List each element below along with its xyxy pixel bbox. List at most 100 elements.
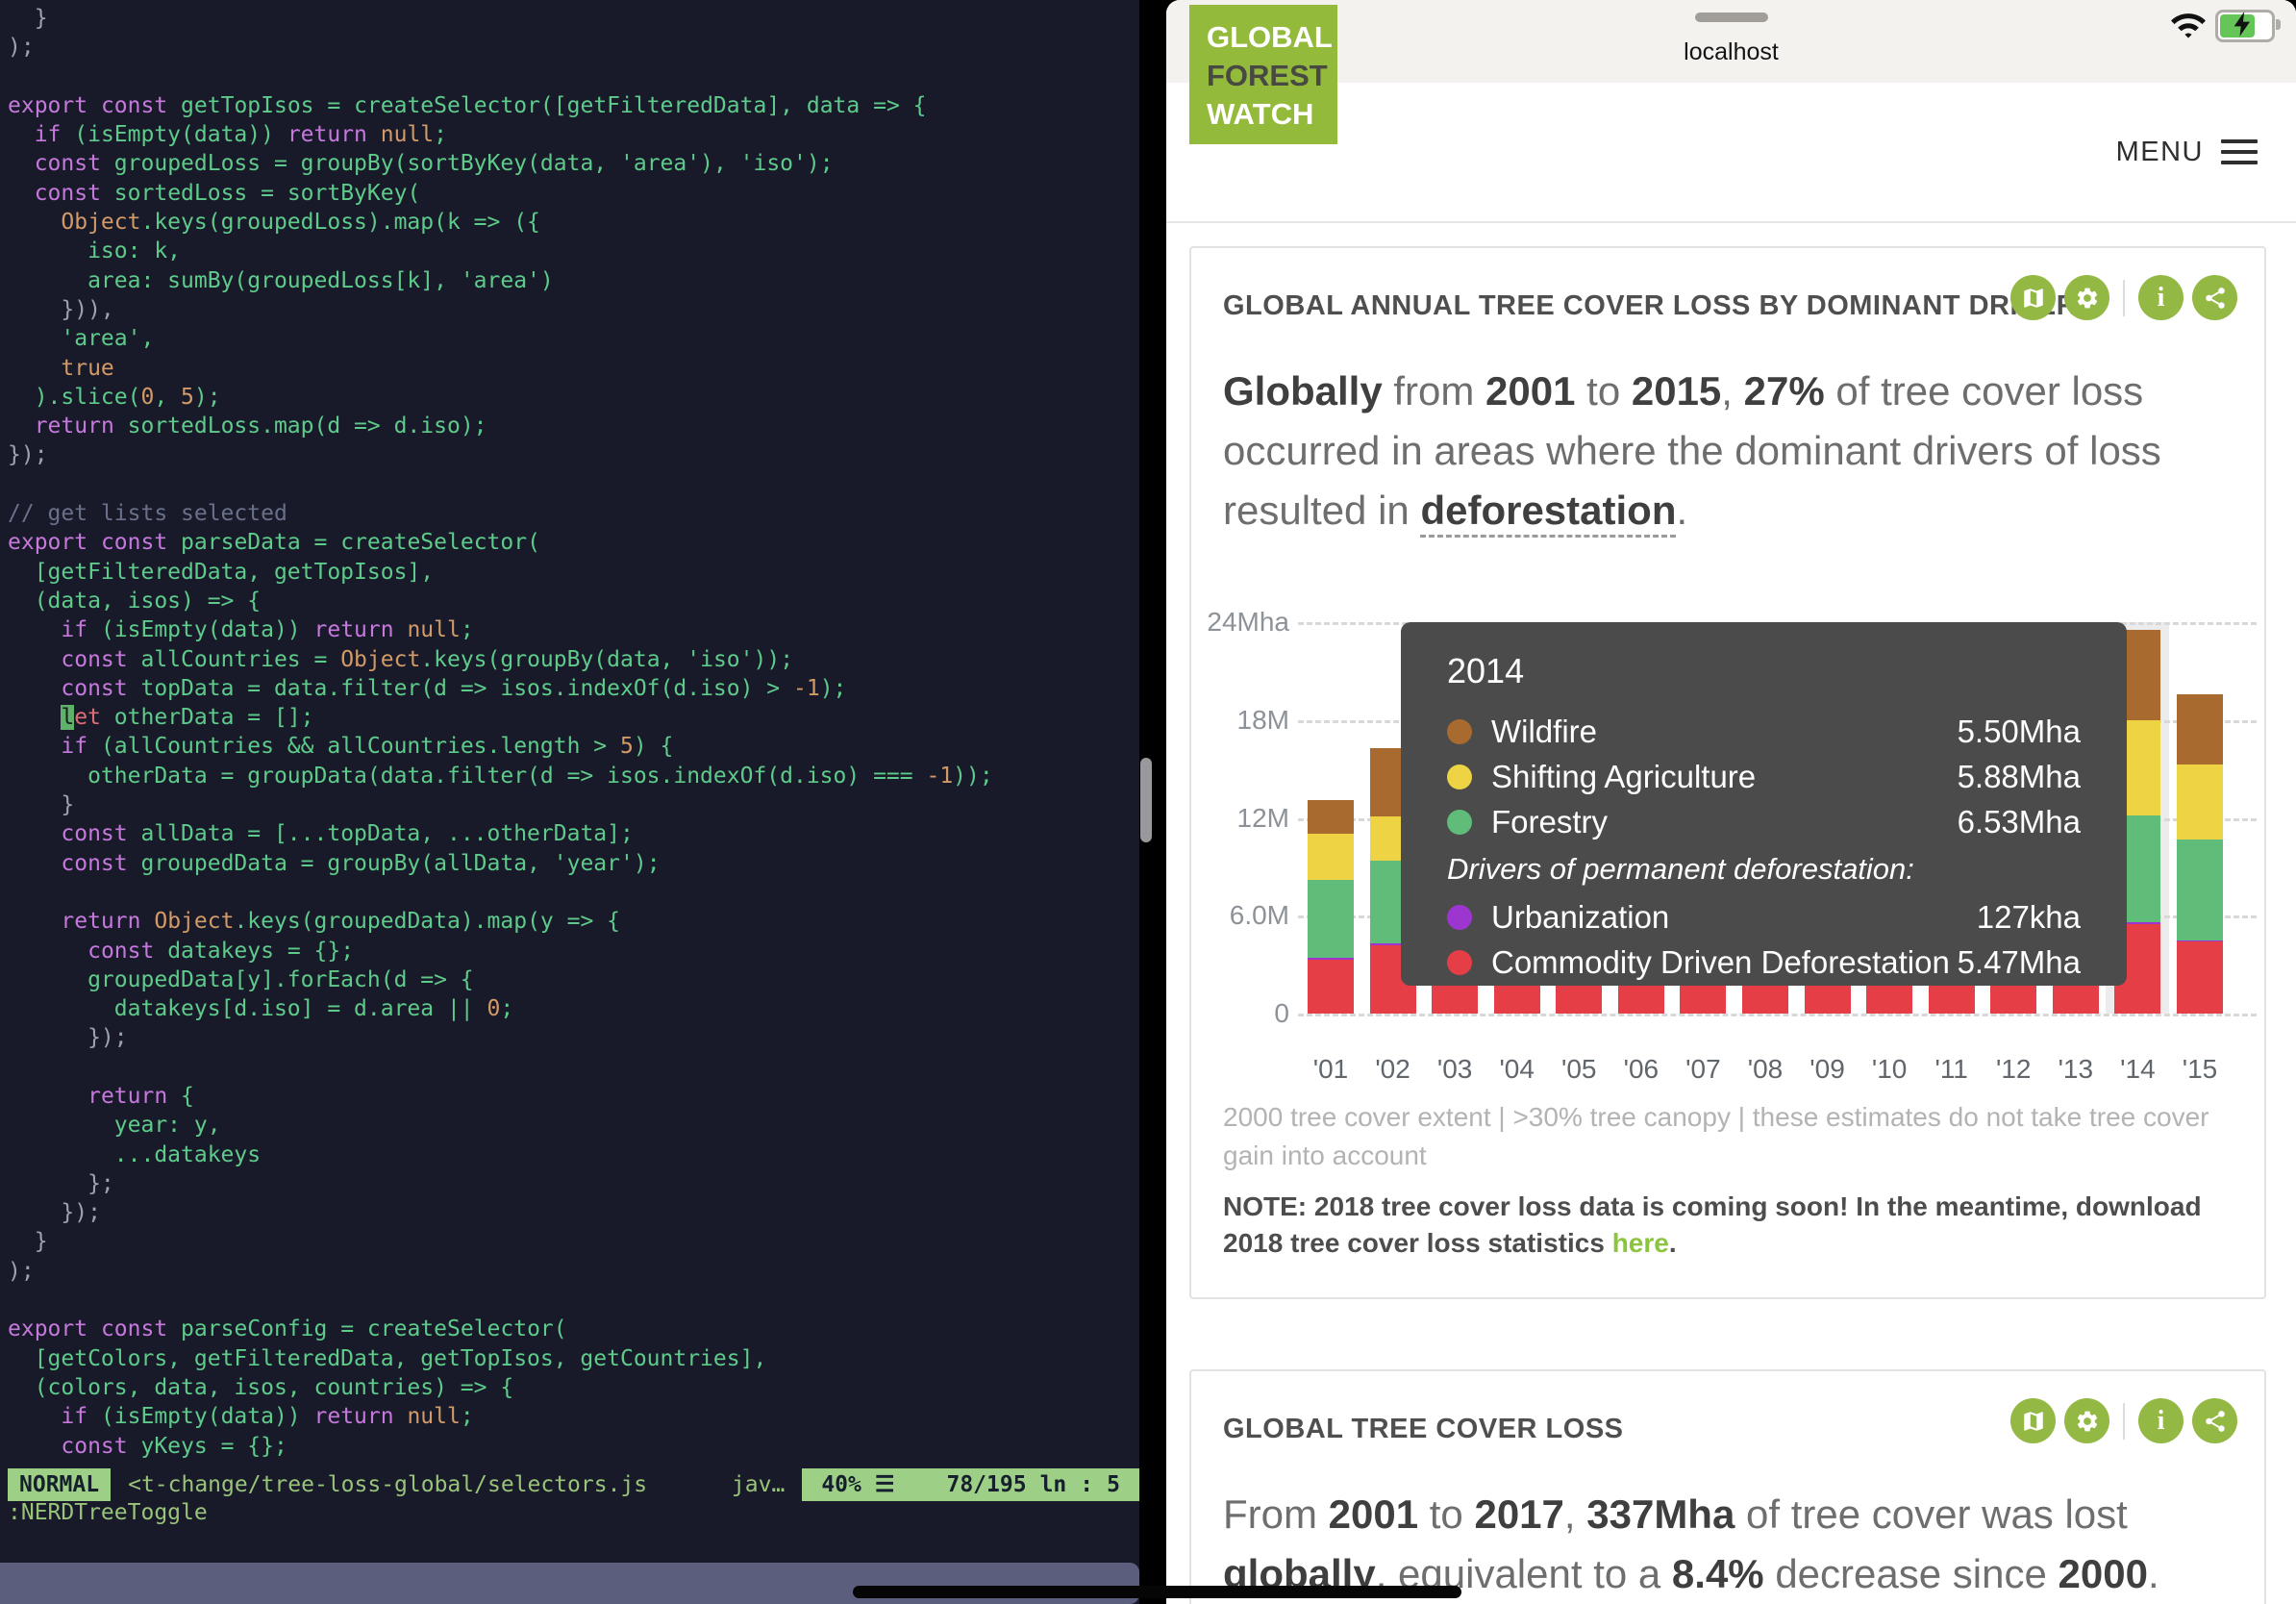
bar-segment[interactable] — [2176, 839, 2223, 940]
code-line[interactable] — [8, 878, 1139, 907]
chart-footnote: 2000 tree cover extent | >30% tree canop… — [1223, 1102, 2209, 1170]
x-axis-tick-label: '09 — [1809, 1054, 1845, 1084]
x-axis-tick-label: '08 — [1747, 1054, 1784, 1084]
code-line[interactable]: const datakeys = {}; — [8, 937, 1139, 965]
text-segment: decrease since — [1763, 1551, 2059, 1596]
info-button[interactable]: i — [2138, 1398, 2184, 1443]
tooltip-row-urbanization: Urbanization 127kha — [1447, 894, 2081, 940]
code-line[interactable]: const groupedLoss = groupBy(sortByKey(da… — [8, 149, 1139, 178]
code-line[interactable]: (colors, data, isos, countries) => { — [8, 1373, 1139, 1402]
browser-pane[interactable]: localhost MENU GLOBAL FOREST WATCH GLOBA… — [1166, 0, 2296, 1604]
gridline — [1298, 1014, 2257, 1016]
code-line[interactable] — [8, 470, 1139, 499]
code-line[interactable]: if (allCountries && allCountries.length … — [8, 732, 1139, 761]
share-icon — [2205, 1410, 2225, 1432]
code-line[interactable]: if (isEmpty(data)) return null; — [8, 120, 1139, 149]
bar-segment[interactable] — [1308, 958, 1354, 961]
home-indicator[interactable] — [853, 1586, 1461, 1598]
code-line[interactable]: }); — [8, 1198, 1139, 1227]
code-line[interactable]: [getColors, getFilteredData, getTopIsos,… — [8, 1344, 1139, 1373]
code-line[interactable]: export const getTopIsos = createSelector… — [8, 91, 1139, 120]
code-line[interactable]: const allCountries = Object.keys(groupBy… — [8, 645, 1139, 674]
code-line[interactable]: let otherData = []; — [8, 703, 1139, 732]
code-line[interactable]: ); — [8, 33, 1139, 62]
code-line[interactable]: }); — [8, 440, 1139, 469]
gfw-logo[interactable]: GLOBAL FOREST WATCH — [1189, 5, 1337, 144]
tooltip-value: 5.88Mha — [1957, 758, 2081, 794]
code-line[interactable]: export const parseData = createSelector( — [8, 528, 1139, 557]
x-axis-tick-label: '05 — [1561, 1054, 1597, 1084]
urbanization-dot-icon — [1447, 904, 1472, 930]
code-line[interactable]: year: y, — [8, 1111, 1139, 1140]
code-line[interactable]: ).slice(0, 5); — [8, 383, 1139, 412]
code-line[interactable]: if (isEmpty(data)) return null; — [8, 1402, 1139, 1431]
bar-segment[interactable] — [1308, 960, 1354, 1014]
code-line[interactable]: if (isEmpty(data)) return null; — [8, 615, 1139, 644]
split-view-grabber[interactable] — [1694, 13, 1768, 22]
y-axis-tick-label: 6.0M — [1229, 900, 1289, 931]
bar-segment[interactable] — [1308, 879, 1354, 959]
code-buffer[interactable]: }); export const getTopIsos = createSele… — [8, 4, 1139, 1461]
code-line[interactable]: return { — [8, 1082, 1139, 1111]
shifting-agriculture-dot-icon — [1447, 764, 1472, 789]
bar-segment[interactable] — [2176, 940, 2223, 942]
map-icon — [2023, 1411, 2043, 1431]
col-number: 5 — [1107, 1472, 1120, 1497]
code-line[interactable]: } — [8, 1227, 1139, 1256]
code-line[interactable]: // get lists selected — [8, 499, 1139, 528]
text-segment: 2001 — [1328, 1491, 1419, 1537]
map-button[interactable] — [2010, 1398, 2056, 1443]
text-segment: , — [1563, 1491, 1587, 1537]
bar-segment[interactable] — [2176, 693, 2223, 764]
code-line[interactable]: const topData = data.filter(d => isos.in… — [8, 674, 1139, 703]
text-segment: NOTE: 2018 tree cover loss data is comin… — [1223, 1191, 2202, 1258]
code-line[interactable]: return sortedLoss.map(d => d.iso); — [8, 412, 1139, 440]
code-line[interactable]: } — [8, 4, 1139, 33]
code-line[interactable]: const yKeys = {}; — [8, 1432, 1139, 1461]
bar-segment[interactable] — [2176, 764, 2223, 840]
x-axis-tick-label: '13 — [2058, 1054, 2094, 1084]
code-line[interactable]: otherData = groupData(data.filter(d => i… — [8, 762, 1139, 790]
code-line[interactable]: const sortedLoss = sortByKey( — [8, 179, 1139, 208]
tooltip-row-commodity: Commodity Driven Deforestation 5.47Mha — [1447, 940, 2081, 985]
bar-segment[interactable] — [1308, 834, 1354, 880]
code-line[interactable]: })), — [8, 295, 1139, 324]
tooltip-row-wildfire: Wildfire 5.50Mha — [1447, 709, 2081, 754]
code-line[interactable]: } — [8, 790, 1139, 819]
tooltip-value: 5.50Mha — [1957, 713, 2081, 749]
code-line[interactable]: export const parseConfig = createSelecto… — [8, 1315, 1139, 1343]
bar-segment[interactable] — [2176, 941, 2223, 1014]
vim-command-line[interactable]: :NERDTreeToggle — [8, 1500, 208, 1525]
code-line[interactable]: }; — [8, 1169, 1139, 1198]
code-line[interactable]: return Object.keys(groupedData).map(y =>… — [8, 907, 1139, 936]
code-line[interactable]: groupedData[y].forEach(d => { — [8, 965, 1139, 994]
code-line[interactable]: (data, isos) => { — [8, 587, 1139, 615]
text-segment[interactable]: here — [1612, 1228, 1669, 1258]
code-editor-pane[interactable]: }); export const getTopIsos = createSele… — [0, 0, 1139, 1604]
editor-scrollbar[interactable] — [1140, 758, 1152, 842]
bar-segment[interactable] — [1308, 799, 1354, 835]
code-line[interactable]: ...datakeys — [8, 1140, 1139, 1169]
code-line[interactable]: 'area', — [8, 324, 1139, 353]
code-line[interactable]: const allData = [...topData, ...otherDat… — [8, 819, 1139, 848]
code-line[interactable]: Object.keys(groupedLoss).map(k => ({ — [8, 208, 1139, 237]
code-line[interactable]: true — [8, 354, 1139, 383]
charging-bolt-icon — [2234, 12, 2250, 37]
share-button[interactable] — [2192, 1398, 2237, 1443]
code-line[interactable]: ); — [8, 1257, 1139, 1286]
icon-separator — [2123, 1402, 2125, 1440]
menu-button[interactable]: MENU — [2116, 83, 2258, 221]
code-line[interactable] — [8, 1053, 1139, 1082]
code-line[interactable]: datakeys[d.iso] = d.area || 0; — [8, 994, 1139, 1023]
code-line[interactable] — [8, 63, 1139, 91]
file-type: jav… — [731, 1472, 786, 1497]
code-line[interactable]: const groupedData = groupBy(allData, 'ye… — [8, 849, 1139, 878]
x-axis-tick-label: '04 — [1499, 1054, 1535, 1084]
code-line[interactable]: }); — [8, 1023, 1139, 1052]
code-line[interactable]: iso: k, — [8, 237, 1139, 265]
vim-mode-indicator: NORMAL — [8, 1468, 112, 1501]
code-line[interactable] — [8, 1286, 1139, 1315]
code-line[interactable]: area: sumBy(groupedLoss[k], 'area') — [8, 266, 1139, 295]
settings-button[interactable] — [2064, 1398, 2109, 1443]
code-line[interactable]: [getFilteredData, getTopIsos], — [8, 558, 1139, 587]
